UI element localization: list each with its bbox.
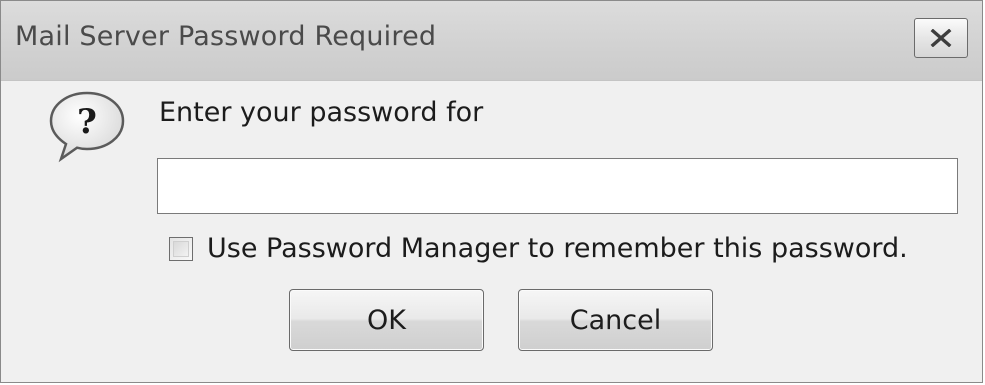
password-field[interactable] xyxy=(157,158,958,214)
question-icon: ? xyxy=(47,89,127,163)
password-prompt: Enter your password for xyxy=(159,97,484,128)
remember-password-option[interactable]: Use Password Manager to remember this pa… xyxy=(169,233,908,264)
dialog-title: Mail Server Password Required xyxy=(15,21,437,52)
ok-button[interactable]: OK xyxy=(289,289,484,351)
password-dialog: Mail Server Password Required ? Enter yo… xyxy=(0,0,983,383)
close-button[interactable] xyxy=(914,18,968,58)
close-icon xyxy=(928,29,954,47)
title-bar[interactable]: Mail Server Password Required xyxy=(1,1,982,81)
svg-text:?: ? xyxy=(77,102,97,142)
remember-password-checkbox[interactable] xyxy=(169,236,193,261)
remember-password-label[interactable]: Use Password Manager to remember this pa… xyxy=(207,233,908,264)
cancel-button[interactable]: Cancel xyxy=(518,289,713,351)
dialog-body: ? Enter your password for Use Password M… xyxy=(1,81,982,382)
